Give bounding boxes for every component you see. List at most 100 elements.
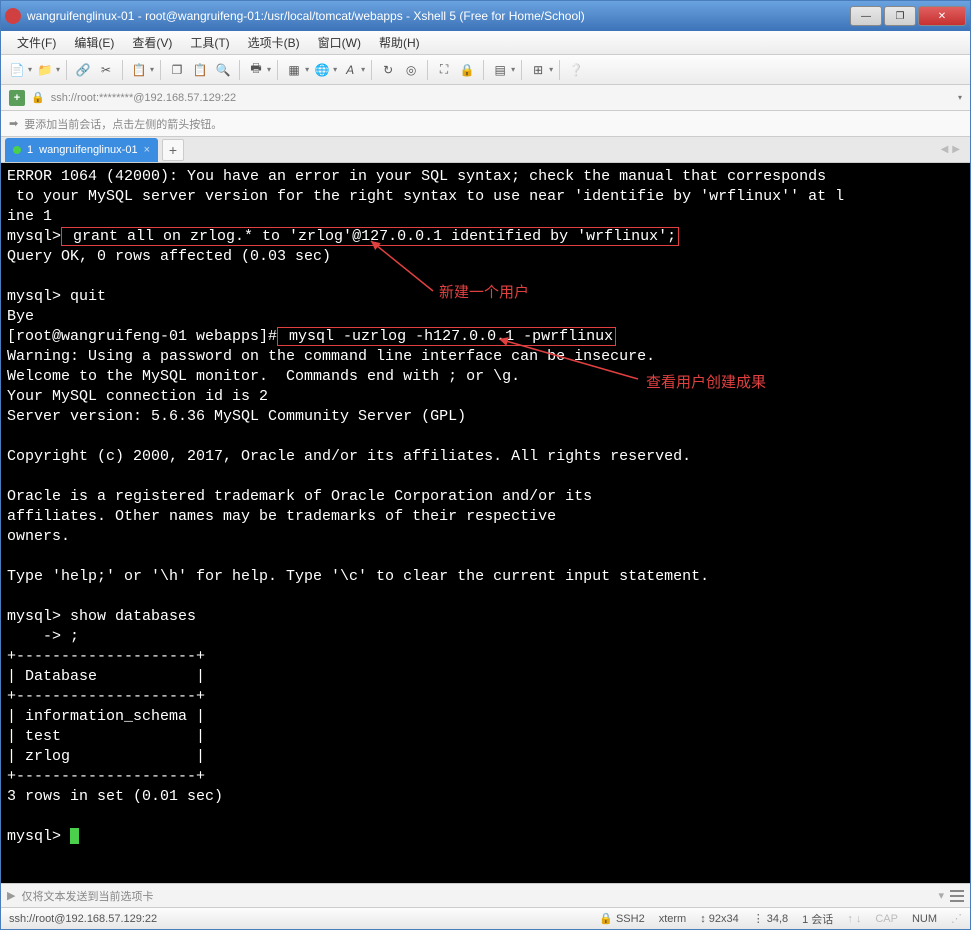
terminal-line: mysql> quit (7, 288, 106, 305)
annotation-label-2: 查看用户创建成果 (646, 373, 766, 393)
terminal-line: | zrlog | (7, 748, 205, 765)
status-connection: ssh://root@192.168.57.129:22 (9, 913, 157, 925)
maximize-button[interactable]: ❐ (884, 6, 916, 26)
terminal-line: mysql> (7, 228, 61, 245)
layout-icon[interactable]: ▦ (284, 60, 304, 80)
terminal-line: Warning: Using a password on the command… (7, 348, 655, 365)
terminal-line: Bye (7, 308, 34, 325)
menu-help[interactable]: 帮助(H) (371, 32, 428, 53)
dropdown-icon[interactable]: ▾ (56, 65, 60, 74)
target-icon[interactable]: ◎ (401, 60, 421, 80)
terminal-line: affiliates. Other names may be trademark… (7, 508, 556, 525)
dropdown-icon[interactable]: ▾ (938, 889, 944, 902)
close-button[interactable]: ✕ (918, 6, 966, 26)
resize-grip-icon[interactable]: ⋰ (951, 912, 962, 925)
tab-close-icon[interactable]: × (144, 144, 150, 156)
menu-window[interactable]: 窗口(W) (310, 32, 369, 53)
reconnect-icon[interactable]: 🔗 (73, 60, 93, 80)
minimize-button[interactable]: — (850, 6, 882, 26)
terminal-line: Welcome to the MySQL monitor. Commands e… (7, 368, 520, 385)
tab-name: wangruifenglinux-01 (39, 144, 137, 156)
addressbar: + 🔒 ssh://root:********@192.168.57.129:2… (1, 85, 970, 111)
properties-icon[interactable]: 📋 (129, 60, 149, 80)
help-icon[interactable]: ❔ (566, 60, 586, 80)
terminal-line: [root@wangruifeng-01 webapps]# (7, 328, 277, 345)
menu-edit[interactable]: 编辑(E) (66, 32, 122, 53)
terminal-line: | Database | (7, 668, 205, 685)
terminal-line: Query OK, 0 rows affected (0.03 sec) (7, 248, 331, 265)
terminal[interactable]: ERROR 1064 (42000): You have an error in… (1, 163, 970, 883)
menu-tabs[interactable]: 选项卡(B) (240, 32, 308, 53)
refresh-icon[interactable]: ↻ (378, 60, 398, 80)
dropdown-icon[interactable]: ▾ (361, 65, 365, 74)
terminal-line: ine 1 (7, 208, 52, 225)
highlighted-command: grant all on zrlog.* to 'zrlog'@127.0.0.… (61, 227, 679, 246)
terminal-line: mysql> (7, 828, 70, 845)
print-icon[interactable]: 🖶 (246, 60, 266, 80)
session-tab[interactable]: 1 wangruifenglinux-01 × (5, 138, 158, 162)
status-caps: CAP (875, 913, 898, 925)
address-url[interactable]: ssh://root:********@192.168.57.129:22 (51, 92, 236, 104)
paste-icon[interactable]: 📋 (190, 60, 210, 80)
hosts-icon[interactable]: ▤ (490, 60, 510, 80)
terminal-line: mysql> show databases (7, 608, 196, 625)
hint-text: 要添加当前会话，点击左侧的箭头按钮。 (24, 116, 222, 132)
lock-icon[interactable]: 🔒 (457, 60, 477, 80)
terminal-line: Oracle is a registered trademark of Orac… (7, 488, 592, 505)
terminal-line: +--------------------+ (7, 648, 205, 665)
terminal-line: Type 'help;' or '\h' for help. Type '\c'… (7, 568, 709, 585)
disconnect-icon[interactable]: ✂ (96, 60, 116, 80)
up-arrow-icon[interactable]: ↑ (847, 913, 853, 925)
next-tab-icon[interactable]: ▶ (952, 144, 960, 155)
dropdown-icon[interactable]: ▾ (511, 65, 515, 74)
terminal-line: owners. (7, 528, 70, 545)
status-termtype: xterm (659, 913, 687, 925)
terminal-line: Your MySQL connection id is 2 (7, 388, 268, 405)
cursor (70, 828, 79, 844)
highlighted-command: mysql -uzrlog -h127.0.0.1 -pwrflinux (277, 327, 616, 346)
dropdown-icon[interactable]: ▾ (333, 65, 337, 74)
terminal-line: +--------------------+ (7, 768, 205, 785)
terminal-line: 3 rows in set (0.01 sec) (7, 788, 223, 805)
open-folder-icon[interactable]: 📁 (35, 60, 55, 80)
status-num: NUM (912, 913, 937, 925)
prev-tab-icon[interactable]: ◀ (941, 144, 949, 155)
status-proto: SSH2 (616, 913, 645, 925)
new-session-icon[interactable]: 📄 (7, 60, 27, 80)
terminal-line: Server version: 5.6.36 MySQL Community S… (7, 408, 466, 425)
menu-file[interactable]: 文件(F) (9, 32, 64, 53)
app-icon (5, 8, 21, 24)
dropdown-icon[interactable]: ▾ (549, 65, 553, 74)
terminal-line: ERROR 1064 (42000): You have an error in… (7, 168, 826, 185)
dropdown-icon[interactable]: ▾ (267, 65, 271, 74)
menubar: 文件(F) 编辑(E) 查看(V) 工具(T) 选项卡(B) 窗口(W) 帮助(… (1, 31, 970, 55)
terminal-line: Copyright (c) 2000, 2017, Oracle and/or … (7, 448, 691, 465)
dropdown-icon[interactable]: ▾ (150, 65, 154, 74)
annotation-label-1: 新建一个用户 (439, 283, 529, 303)
hintbar: ➡ 要添加当前会话，点击左侧的箭头按钮。 (1, 111, 970, 137)
input-placeholder[interactable]: 仅将文本发送到当前选项卡 (21, 888, 932, 904)
hint-arrow-icon: ➡ (9, 117, 18, 130)
down-arrow-icon[interactable]: ↓ (856, 913, 862, 925)
font-icon[interactable]: A (340, 60, 360, 80)
menu-tools[interactable]: 工具(T) (182, 32, 237, 53)
pos-icon: ⋮ (753, 912, 764, 925)
copy-icon[interactable]: ❐ (167, 60, 187, 80)
send-icon: ▶ (7, 889, 15, 902)
globe-icon[interactable]: 🌐 (312, 60, 332, 80)
tab-index: 1 (27, 144, 33, 156)
find-icon[interactable]: 🔍 (213, 60, 233, 80)
status-sessions: 1 会话 (802, 911, 833, 927)
dropdown-icon[interactable]: ▾ (305, 65, 309, 74)
dropdown-icon[interactable]: ▾ (958, 93, 962, 102)
menu-icon[interactable] (950, 890, 964, 902)
fullscreen-icon[interactable]: ⛶ (434, 60, 454, 80)
terminal-line: | test | (7, 728, 205, 745)
new-tab-button[interactable]: + (162, 139, 184, 161)
menu-view[interactable]: 查看(V) (124, 32, 180, 53)
dropdown-icon[interactable]: ▾ (28, 65, 32, 74)
titlebar[interactable]: wangruifenglinux-01 - root@wangruifeng-0… (1, 1, 970, 31)
tile-icon[interactable]: ⊞ (528, 60, 548, 80)
add-session-button[interactable]: + (9, 90, 25, 106)
status-dot-icon (13, 146, 21, 154)
